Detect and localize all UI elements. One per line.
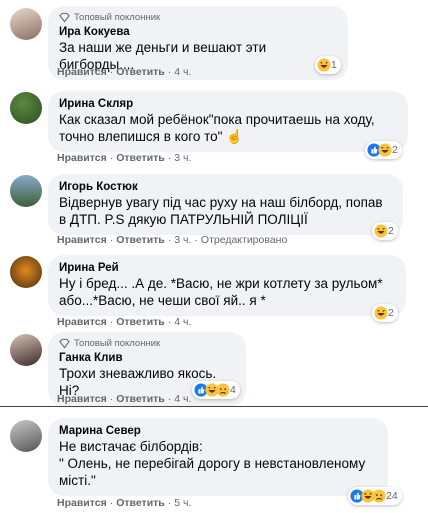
avatar[interactable] [10, 420, 42, 452]
reply-link[interactable]: Ответить [116, 393, 165, 405]
comment-time[interactable]: 4 ч. [174, 66, 191, 78]
haha-reaction-icon [317, 58, 331, 72]
reaction-count: 2 [388, 307, 394, 319]
comment-author[interactable]: Ирина Скляр [59, 97, 397, 111]
like-link[interactable]: Нравится [57, 234, 107, 246]
top-fan-badge: Топовый поклонник [59, 338, 235, 349]
top-fan-badge: Топовый поклонник [59, 12, 337, 23]
comment-bubble: Игорь Костюк Відвернув увагу під час рух… [48, 174, 403, 235]
comment-time[interactable]: 4 ч. [174, 393, 191, 405]
comment-author[interactable]: Марина Север [59, 424, 377, 438]
comment-author[interactable]: Ира Кокуева [59, 25, 337, 39]
comment-actions: Нравится · Ответить · 4 ч. [57, 316, 192, 328]
reply-link[interactable]: Ответить [116, 497, 165, 509]
comment-bubble: Ирина Скляр Как сказал мой ребёнок"пока … [48, 91, 408, 152]
reply-link[interactable]: Ответить [116, 152, 165, 164]
diamond-icon [59, 12, 70, 23]
avatar[interactable] [10, 256, 42, 288]
comment-actions: Нравится · Ответить · 5 ч. [57, 497, 192, 509]
haha-reaction-icon [374, 306, 388, 320]
reaction-count: 2 [388, 225, 394, 237]
comment-time[interactable]: 3 ч. [174, 152, 191, 164]
reply-link[interactable]: Ответить [116, 316, 165, 328]
comment-bubble: Ирина Рей Ну і бред... .А де. *Васю, не … [48, 255, 406, 316]
like-link[interactable]: Нравится [57, 497, 107, 509]
reply-link[interactable]: Ответить [116, 66, 165, 78]
comment-text: Как сказал мой ребёнок"пока прочитаешь н… [59, 112, 379, 144]
avatar[interactable] [10, 175, 42, 207]
reaction-count: 2 [392, 144, 398, 156]
comment-actions: Нравится · Ответить · 4 ч. [57, 393, 192, 405]
comment-text: Не вистачає білбордів: " Олень, не переб… [59, 439, 366, 488]
comment-time[interactable]: 5 ч. [174, 497, 191, 509]
avatar[interactable] [10, 92, 42, 124]
haha-reaction-icon [374, 224, 388, 238]
badge-label: Топовый поклонник [74, 12, 161, 23]
divider [0, 406, 428, 407]
comment-time[interactable]: 4 ч. [174, 316, 191, 328]
reaction-count: 1 [331, 59, 337, 71]
comment-author[interactable]: Ирина Рей [59, 261, 395, 275]
badge-label: Топовый поклонник [74, 338, 161, 349]
like-link[interactable]: Нравится [57, 152, 107, 164]
haha-reaction-icon [378, 143, 392, 157]
reaction-summary[interactable]: 2 [372, 304, 398, 322]
sad-reaction-icon [216, 383, 230, 397]
reaction-count: 24 [386, 490, 398, 502]
comment-actions: Нравится · Ответить · 3 ч. · Отредактирован… [57, 234, 288, 246]
comment-time[interactable]: 3 ч. [174, 234, 191, 246]
comment-actions: Нравится · Ответить · 3 ч. [57, 152, 192, 164]
reaction-summary[interactable]: 1 [315, 56, 341, 74]
comment-bubble: Марина Север Не вистачає білбордів: " Ол… [48, 418, 388, 496]
avatar[interactable] [10, 8, 42, 40]
edited-label: Отредактировано [200, 234, 288, 246]
comment-actions: Нравится · Ответить · 4 ч. [57, 66, 192, 78]
sad-reaction-icon [372, 489, 386, 503]
reaction-summary[interactable]: 24 [348, 487, 402, 505]
reaction-summary[interactable]: 2 [365, 141, 402, 159]
like-link[interactable]: Нравится [57, 316, 107, 328]
comment-author[interactable]: Игорь Костюк [59, 180, 392, 194]
like-link[interactable]: Нравится [57, 393, 107, 405]
reaction-count: 4 [230, 384, 236, 396]
comment-text: Ну і бред... .А де. *Васю, не жри котлет… [59, 276, 387, 308]
comment-author[interactable]: Ганка Клив [59, 351, 235, 365]
reply-link[interactable]: Ответить [116, 234, 165, 246]
reaction-summary[interactable]: 2 [372, 222, 398, 240]
avatar[interactable] [10, 334, 42, 366]
reaction-summary[interactable]: 4 [192, 381, 240, 399]
like-link[interactable]: Нравится [57, 66, 107, 78]
comment-text: Відвернув увагу під час руху на наш білб… [59, 195, 387, 227]
diamond-icon [59, 338, 70, 349]
